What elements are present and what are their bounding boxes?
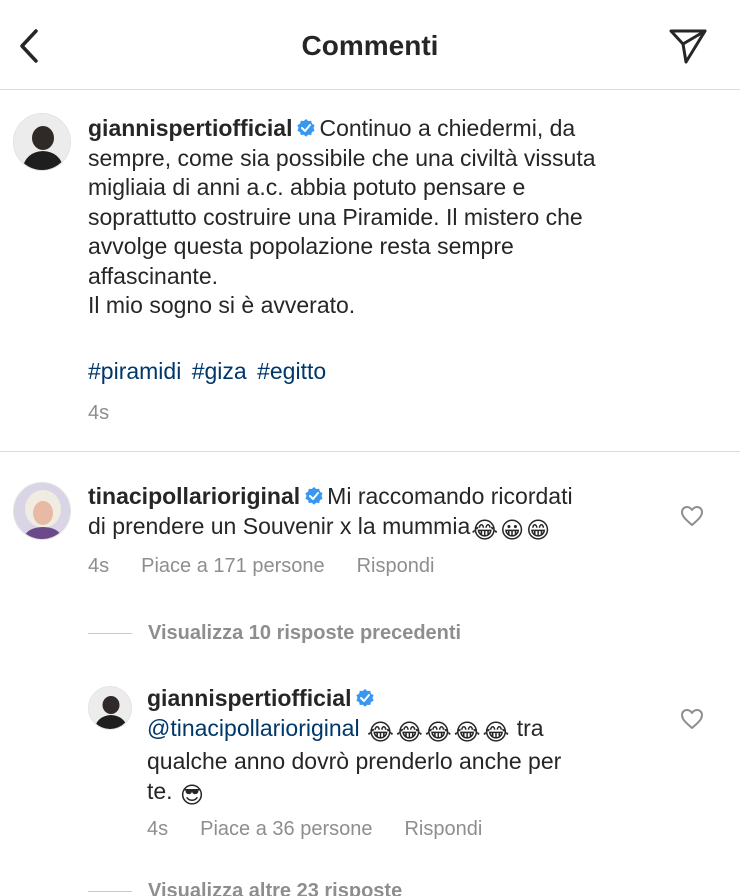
caption-text: giannispertiofficial Continuo a chiedermi… xyxy=(88,114,708,321)
tears-of-joy-emoji: 😂 xyxy=(482,718,510,745)
hashtag-list: #piramidi #giza #egitto xyxy=(88,358,330,385)
verified-badge-icon xyxy=(305,487,323,505)
heart-icon xyxy=(681,506,703,526)
likes-count[interactable]: Piace a 171 persone xyxy=(141,555,324,578)
reply-meta: 4s Piace a 36 persone Rispondi xyxy=(147,818,514,841)
reply-text-fragment: tra xyxy=(516,714,544,741)
tears-of-joy-emoji: 😂 xyxy=(424,718,452,745)
caption-line: sempre, come sia possibile che una civil… xyxy=(88,144,596,171)
like-button[interactable] xyxy=(678,502,706,530)
comment-meta: 4s Piace a 171 persone Rispondi xyxy=(88,555,466,578)
header-bar: Commenti xyxy=(0,0,740,90)
paper-plane-icon xyxy=(669,29,707,64)
caption-timestamp: 4s xyxy=(88,402,110,424)
caption-line: Continuo a chiedermi, da xyxy=(319,115,576,141)
caption-line: migliaia di anni a.c. abbia potuto pensa… xyxy=(88,174,526,200)
view-previous-replies-button[interactable]: Visualizza 10 risposte precedenti xyxy=(88,622,461,645)
divider xyxy=(88,633,132,634)
grinning-emoji: 😀 xyxy=(500,516,525,543)
caption-line: avvolge questa popolazione resta sempre xyxy=(88,233,514,259)
reply-text-fragment: te. xyxy=(147,777,173,804)
hashtag-link[interactable]: #egitto xyxy=(257,358,326,384)
caption-username[interactable]: giannispertiofficial xyxy=(88,115,292,141)
reply-button[interactable]: Rispondi xyxy=(357,555,435,578)
comment-timestamp: 4s xyxy=(88,555,110,577)
tears-of-joy-emoji: 😂 xyxy=(366,718,394,745)
reply-line-1: @tinacipollarioriginal 😂😂😂😂😂 tra xyxy=(147,714,667,748)
caption-line: soprattutto costruire una Piramide. Il m… xyxy=(88,203,583,230)
divider xyxy=(88,891,132,892)
reply-username[interactable]: giannispertiofficial xyxy=(147,685,351,711)
heart-icon xyxy=(681,709,703,729)
comment-item: tinacipollarioriginal Mi raccomando ricor… xyxy=(0,462,740,602)
reply-text: giannispertiofficial @tinacipollariorigi… xyxy=(147,684,667,810)
tears-of-joy-emoji: 😂 xyxy=(471,516,499,543)
like-button[interactable] xyxy=(678,705,706,733)
page-title: Commenti xyxy=(301,30,439,61)
post-caption: giannispertiofficial Continuo a chiedermi… xyxy=(0,90,740,452)
comment-line-2: di prendere un Souvenir x la mummia😂😀😁 xyxy=(88,512,668,546)
reply-line-3: te. 😎 xyxy=(147,777,667,811)
view-more-replies-button[interactable]: Visualizza altre 23 risposte xyxy=(88,880,402,896)
reply-timestamp: 4s xyxy=(147,818,169,840)
comment-text: tinacipollarioriginal Mi raccomando ricor… xyxy=(88,482,668,545)
comment-username[interactable]: tinacipollarioriginal xyxy=(88,483,300,509)
comment-line-text: di prendere un Souvenir x la mummia xyxy=(88,512,471,539)
likes-count[interactable]: Piace a 36 persone xyxy=(200,818,372,841)
verified-badge-icon xyxy=(356,689,375,707)
reply-item: giannispertiofficial @tinacipollariorigi… xyxy=(0,680,740,850)
beaming-emoji: 😁 xyxy=(526,516,551,543)
mention-link[interactable]: @tinacipollarioriginal xyxy=(147,715,360,741)
comment-line: Mi raccomando ricordati xyxy=(327,483,573,509)
share-button[interactable] xyxy=(666,24,710,68)
avatar[interactable] xyxy=(88,686,132,730)
sunglasses-emoji: 😎 xyxy=(179,781,204,808)
tears-of-joy-emoji: 😂 xyxy=(453,718,481,745)
view-more-replies-label: Visualizza altre 23 risposte xyxy=(148,880,403,896)
avatar[interactable] xyxy=(13,113,71,171)
caption-line: Il mio sogno si è avverato. xyxy=(88,292,356,318)
caption-line: affascinante. xyxy=(88,262,219,289)
hashtag-link[interactable]: #giza xyxy=(192,358,247,384)
hashtag-link[interactable]: #piramidi xyxy=(88,358,181,384)
view-previous-replies-label: Visualizza 10 risposte precedenti xyxy=(148,622,462,644)
tears-of-joy-emoji: 😂 xyxy=(395,718,423,745)
avatar[interactable] xyxy=(13,482,71,540)
verified-badge-icon xyxy=(297,119,316,137)
reply-line-2: qualche anno dovrò prenderlo anche per xyxy=(147,748,562,774)
reply-button[interactable]: Rispondi xyxy=(404,818,482,841)
